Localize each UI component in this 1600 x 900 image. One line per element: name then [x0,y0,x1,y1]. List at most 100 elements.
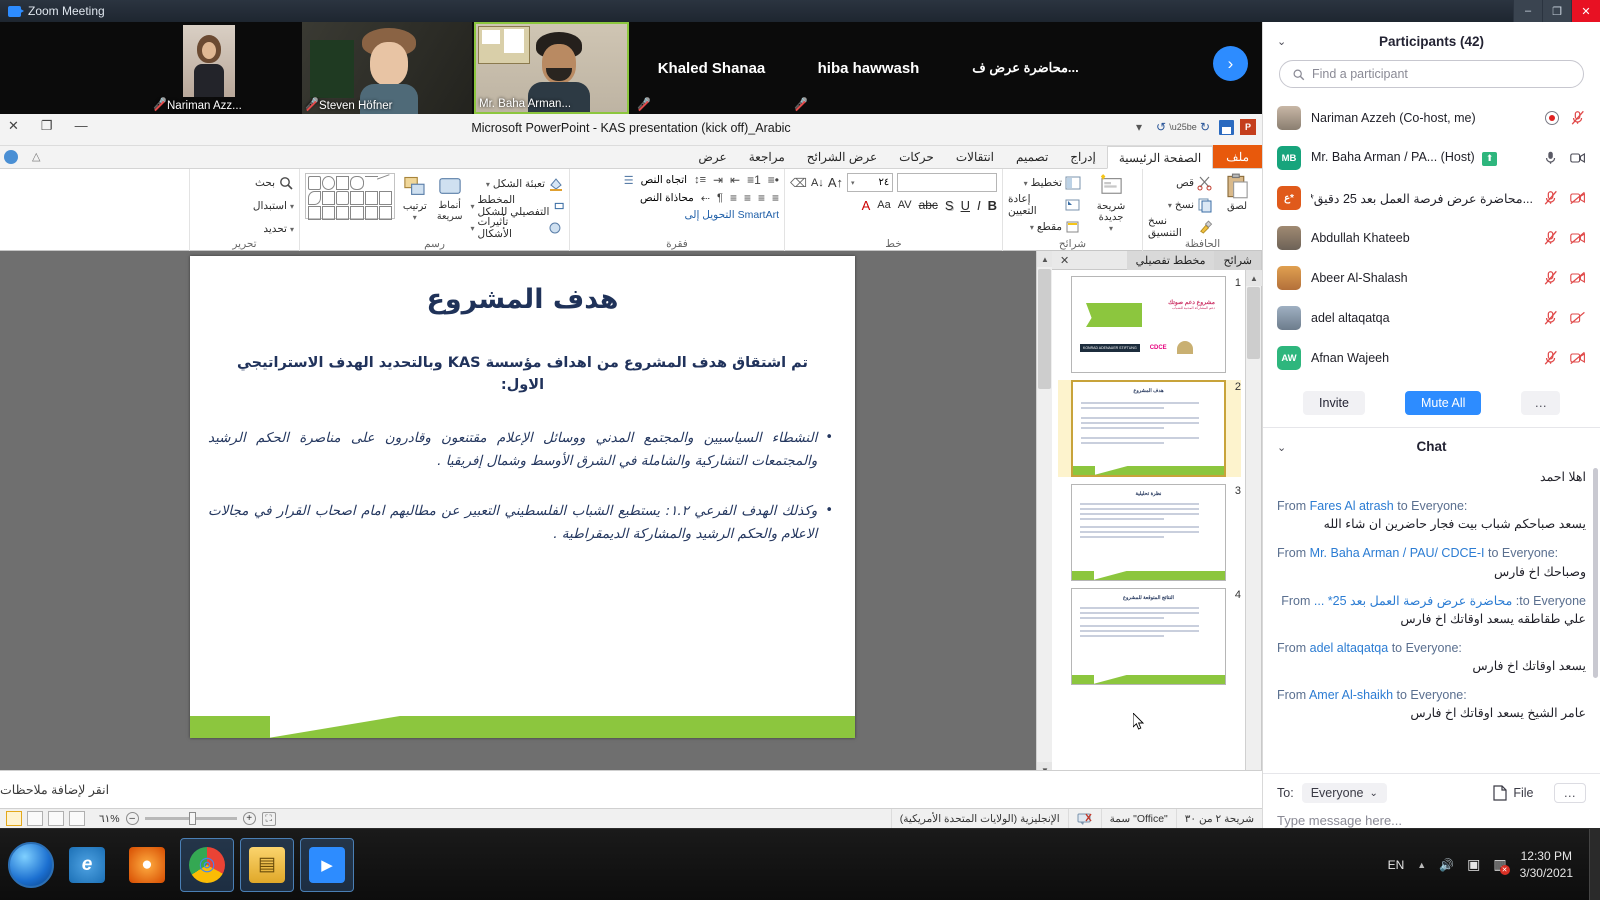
columns-icon[interactable]: ☰ [624,174,634,187]
rtl-direction-icon[interactable]: ¶ [717,192,723,204]
show-hidden-icons[interactable]: ▲ [1417,860,1426,870]
bold-button[interactable]: B [988,198,997,213]
underline-button[interactable]: U [961,198,970,213]
zoom-in-button[interactable]: + [242,812,256,825]
home-shape-icon[interactable]: △ [32,150,40,163]
change-case-button[interactable]: Aa [877,199,890,211]
paste-button[interactable]: لصق [1217,173,1257,212]
ribbon-tab-insert[interactable]: إدراج [1059,145,1107,168]
taskbar-item-firefox[interactable]: ● [120,838,174,892]
zoom-slider[interactable] [144,812,237,825]
bullets-icon[interactable]: ≡• [768,173,779,187]
arrange-button[interactable]: ترتيب ▾ [401,173,429,222]
collapse-participants-icon[interactable]: ⌄ [1277,35,1286,48]
ltr-direction-icon[interactable]: ⇠ [701,192,710,205]
chat-messages[interactable]: اهلا احمد From Fares Al atrash to Everyo… [1263,464,1600,773]
zoom-out-button[interactable]: – [125,812,139,825]
video-off-icon[interactable] [1570,190,1586,206]
thumbnail-preview[interactable]: نظرة تحليلية [1071,484,1226,581]
customize-qat-icon[interactable]: ▾ [1131,119,1147,135]
decrease-indent-icon[interactable]: ⇤ [730,173,740,187]
new-slide-button[interactable]: شريحة جديدة ▾ [1085,173,1137,233]
ribbon-tab-review[interactable]: مراجعة [738,145,796,168]
status-spellcheck-icon[interactable] [1067,808,1101,828]
tab-slides[interactable]: شرائح [1214,250,1261,270]
mic-muted-icon[interactable] [1570,110,1586,126]
mic-muted-icon[interactable] [1543,270,1559,286]
thumbnail-preview[interactable]: مشروع دعم صوتك دعم المشاركة المدنية للشب… [1071,276,1226,373]
video-tile-hiba[interactable]: hiba hawwash [791,22,946,114]
video-tile-baha[interactable]: Mr. Baha Arman... [474,22,629,114]
align-text-button[interactable]: محاذاة النص [640,192,694,204]
maximize-button[interactable]: ❐ [1542,0,1571,22]
participant-row[interactable]: Nariman Azzeh (Co-host, me) [1263,98,1600,138]
mic-muted-icon[interactable] [1543,350,1559,366]
chat-scrollbar[interactable] [1593,468,1598,678]
italic-button[interactable]: I [977,198,981,213]
taskbar-item-zoom[interactable]: ▶ [300,837,354,892]
participant-row[interactable]: adel altaqatqa [1263,298,1600,338]
decrease-font-size-icon[interactable]: A↓ [811,177,824,189]
clock[interactable]: 12:30 PM 3/30/2021 [1520,848,1573,880]
ribbon-tab-view[interactable]: عرض [687,145,737,168]
layout-button[interactable]: تخطيط ▾ [1008,173,1081,193]
chat-recipient-select[interactable]: Everyone ⌄ [1301,783,1387,803]
shape-fill-button[interactable]: تعبئة الشكل ▾ [486,174,564,194]
video-on-icon[interactable] [1570,150,1586,166]
reset-button[interactable]: إعادة التعيين [1008,193,1081,217]
close-button[interactable]: ✕ [1571,0,1600,22]
font-size-dropdown-icon[interactable]: ▾ [851,179,855,187]
view-slideshow-button[interactable] [69,811,85,826]
thumbnails-scrollbar[interactable]: ▲ ▼ [1245,270,1262,828]
show-desktop-button[interactable] [1589,828,1600,900]
strikethrough-button[interactable]: abc [919,198,938,212]
participant-row[interactable]: Abdullah Khateeb [1263,218,1600,258]
video-off-icon[interactable] [1570,270,1586,286]
ribbon-tab-home[interactable]: الصفحة الرئيسية [1106,146,1214,169]
shape-outline-button[interactable]: المخطط التفصيلي للشكل ▾ [471,194,564,218]
align-left-icon[interactable]: ≡ [744,191,751,205]
video-tile-steven[interactable]: Steven Höfner [302,22,472,114]
notes-pane[interactable]: انقر لإضافة ملاحظات [0,770,1262,808]
mic-muted-icon[interactable] [1543,190,1559,206]
redo-icon[interactable]: ↻ [1197,119,1213,135]
chat-file-button[interactable]: File [1493,785,1534,801]
zoom-level-label[interactable]: ٦١% [99,813,120,825]
ribbon-tab-design[interactable]: تصميم [1005,145,1059,168]
status-theme[interactable]: سمة "Office" [1100,808,1176,828]
view-reading-button[interactable] [48,811,64,826]
justify-icon[interactable]: ≡ [730,191,737,205]
thumbnail-preview[interactable]: هدف المشروع [1071,380,1226,477]
collapse-chat-icon[interactable]: ⌄ [1277,441,1286,454]
fit-slide-button[interactable]: ⛶ [261,811,276,826]
invite-button[interactable]: Invite [1303,390,1365,415]
ribbon-tab-file[interactable]: ملف [1213,145,1262,168]
action-center-icon[interactable]: ▥ ✕ [1493,856,1510,875]
align-center-icon[interactable]: ≡ [758,191,765,205]
participant-row[interactable]: ع* ‫...محاضرة عرض فرصة العمل بعد 25 دقيق… [1263,178,1600,218]
find-button[interactable]: بحث [255,173,294,193]
start-button[interactable] [8,841,54,888]
network-icon[interactable]: ▣ [1467,856,1480,873]
ribbon-tab-slideshow[interactable]: عرض الشرائح [796,145,888,168]
cut-button[interactable]: قص [1148,173,1213,193]
ribbon-tab-transitions[interactable]: انتقالات [945,145,1005,168]
mic-muted-icon[interactable] [1543,310,1559,326]
format-painter-button[interactable]: نسخ التنسيق [1148,215,1213,239]
video-off-icon[interactable] [1570,350,1586,366]
scroll-thumb[interactable] [1038,269,1051,389]
slide-vertical-scrollbar[interactable]: ▲ ▼ ↟ ↡ [1036,251,1053,812]
increase-font-size-icon[interactable]: A↑ [828,175,843,190]
thumbnail-item[interactable]: 4 النتائج المتوقعة للمشروع [1058,588,1241,685]
align-right-icon[interactable]: ≡ [772,191,779,205]
participant-row[interactable]: Abeer Al-Shalash [1263,258,1600,298]
copy-button[interactable]: نسخ ▾ [1148,195,1213,215]
video-off-icon[interactable] [1570,310,1586,326]
status-language[interactable]: الإنجليزية (الولايات المتحدة الأمريكية) [890,808,1068,828]
replace-button[interactable]: ▾ استبدال [253,196,294,216]
thumbnail-item[interactable]: 3 نظرة تحليلية [1058,484,1241,581]
minimize-button[interactable]: – [1513,0,1542,22]
thumbnail-preview[interactable]: النتائج المتوقعة للمشروع [1071,588,1226,685]
participant-search-input[interactable]: Find a participant [1279,60,1584,88]
section-button[interactable]: مقطع ▾ [1008,217,1081,237]
